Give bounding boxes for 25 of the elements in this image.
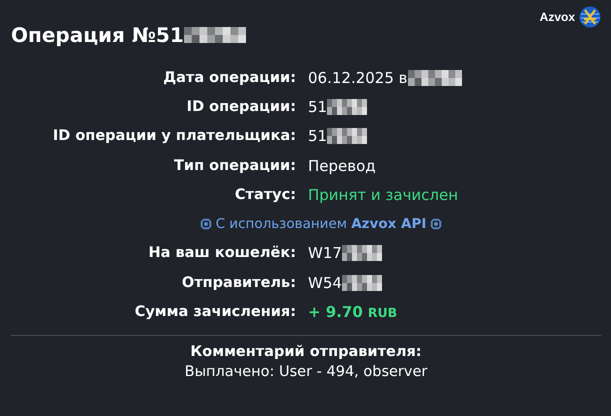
- field-label: На ваш кошелёк:: [147, 245, 296, 262]
- comment-title: Комментарий отправителя:: [190, 344, 422, 360]
- chip-icon: [200, 218, 212, 230]
- chip-icon: [430, 218, 442, 230]
- field-label: ID операции:: [186, 98, 296, 115]
- field-label: Сумма зачисления:: [134, 304, 296, 320]
- field-label: Дата операции:: [162, 70, 296, 86]
- field-label: Статус:: [234, 186, 296, 203]
- field-value: W17: [308, 244, 342, 262]
- field-label: Отправитель:: [180, 274, 296, 291]
- field-value: Перевод: [308, 156, 376, 175]
- brand-name: Azvox: [540, 10, 575, 24]
- amount-value: + 9.70: [308, 303, 363, 322]
- field-value: 51: [308, 127, 328, 146]
- globe-logo-icon: [579, 6, 601, 28]
- comment-text: Выплачено: User - 494, observer: [184, 364, 428, 380]
- field-label: Тип операции:: [173, 158, 296, 174]
- status-value: Принят и зачислен: [308, 186, 458, 204]
- currency-code: RUB: [368, 304, 398, 320]
- operation-title: Операция №51: [11, 23, 184, 47]
- field-value: 51: [308, 98, 328, 116]
- field-value: 06.12.2025 в: [308, 68, 408, 87]
- field-label: ID операции у плательщика:: [52, 128, 296, 144]
- api-note: С использованием Azvox API: [216, 216, 426, 232]
- field-value: W54: [308, 274, 342, 292]
